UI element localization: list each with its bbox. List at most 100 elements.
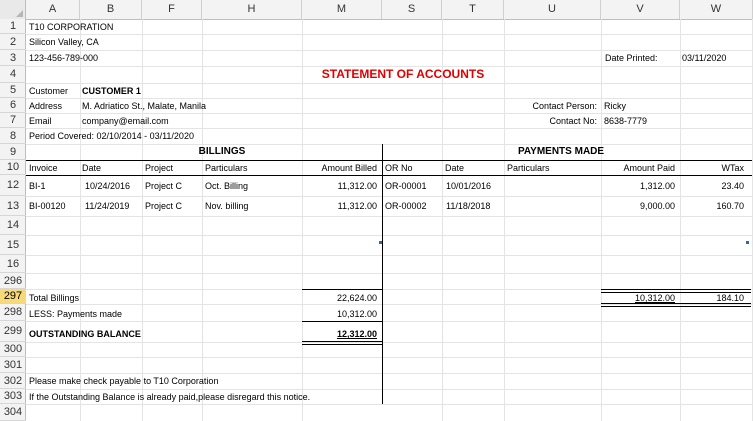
spreadsheet[interactable]: A B F H M S T U V W 1 2 3 4 5 6 7 8 9 10… (0, 0, 753, 421)
entry-invoice[interactable]: BI-1 (29, 180, 46, 192)
row-header[interactable]: 302 (0, 373, 26, 389)
row-header[interactable]: 1 (0, 19, 26, 34)
gridline (80, 19, 81, 421)
less-payments-value[interactable]: 10,312.00 (302, 308, 377, 320)
email-label[interactable]: Email (29, 115, 52, 127)
outstanding-balance-value[interactable]: 12,312.00 (302, 328, 377, 340)
header-particulars[interactable]: Particulars (205, 162, 248, 174)
row-header[interactable]: 15 (0, 235, 26, 255)
row-header[interactable]: 296 (0, 273, 26, 289)
row-header[interactable]: 8 (0, 128, 26, 144)
entry-wtax[interactable]: 160.70 (680, 200, 744, 212)
column-header-f[interactable]: F (142, 0, 202, 19)
total-billings-label[interactable]: Total Billings (29, 292, 79, 304)
statement-title[interactable]: STATEMENT OF ACCOUNTS (302, 67, 504, 81)
billings-header[interactable]: BILLINGS (142, 146, 302, 157)
gridline (26, 404, 753, 405)
company-location[interactable]: Silicon Valley, CA (29, 36, 99, 48)
row-header[interactable]: 301 (0, 357, 26, 373)
row-header[interactable]: 6 (0, 98, 26, 113)
entry-amount-paid[interactable]: 1,312.00 (601, 180, 675, 192)
date-printed-label[interactable]: Date Printed: (605, 52, 658, 64)
row-header[interactable]: 299 (0, 321, 26, 342)
header-or-no[interactable]: OR No (385, 162, 413, 174)
row-header[interactable]: 14 (0, 216, 26, 235)
payment-note[interactable]: Please make check payable to T10 Corpora… (29, 375, 218, 387)
entry-payment-date[interactable]: 11/18/2018 (446, 200, 490, 212)
entry-date[interactable]: 11/24/2019 (85, 200, 129, 212)
comment-marker (379, 241, 382, 244)
row-header-selected[interactable]: 297 (0, 289, 26, 304)
column-header-v[interactable]: V (601, 0, 680, 19)
entry-amount-billed[interactable]: 11,312.00 (302, 180, 377, 192)
row-header[interactable]: 9 (0, 144, 26, 160)
row-header[interactable]: 304 (0, 404, 26, 421)
payments-header[interactable]: PAYMENTS MADE (442, 146, 680, 157)
gridline (26, 342, 753, 343)
header-payment-date[interactable]: Date (445, 162, 464, 174)
header-wtax[interactable]: WTax (680, 162, 745, 174)
column-header-w[interactable]: W (680, 0, 753, 19)
entry-amount-paid[interactable]: 9,000.00 (601, 200, 675, 212)
contact-person-value[interactable]: Ricky (604, 100, 626, 112)
customer-label[interactable]: Customer (29, 85, 68, 97)
entry-wtax[interactable]: 23.40 (680, 180, 744, 192)
header-project[interactable]: Project (145, 162, 173, 174)
outstanding-balance-label[interactable]: OUTSTANDING BALANCE (29, 328, 141, 340)
period-covered[interactable]: Period Covered: 02/10/2014 - 03/11/2020 (29, 130, 194, 142)
entry-particulars[interactable]: Nov. billing (205, 200, 248, 212)
row-header[interactable]: 16 (0, 255, 26, 273)
contact-person-label[interactable]: Contact Person: (504, 100, 597, 112)
entry-project[interactable]: Project C (145, 180, 182, 192)
entry-particulars[interactable]: Oct. Billing (205, 180, 248, 192)
row-header[interactable]: 10 (0, 160, 26, 175)
row-header[interactable]: 5 (0, 83, 26, 98)
column-header-u[interactable]: U (504, 0, 601, 19)
column-header-h[interactable]: H (202, 0, 302, 19)
email-value[interactable]: company@email.com (82, 115, 169, 127)
less-payments-label[interactable]: LESS: Payments made (29, 308, 122, 320)
disregard-note[interactable]: If the Outstanding Balance is already pa… (29, 391, 310, 403)
company-phone[interactable]: 123-456-789-000 (29, 52, 98, 64)
less-border (302, 321, 382, 322)
row-header[interactable]: 12 (0, 175, 26, 196)
address-value[interactable]: M. Adriatico St., Malate, Manila (82, 100, 206, 112)
date-printed-value[interactable]: 03/11/2020 (682, 52, 726, 64)
entry-project[interactable]: Project C (145, 200, 182, 212)
row-header[interactable]: 303 (0, 389, 26, 404)
entry-payment-date[interactable]: 10/01/2016 (446, 180, 491, 192)
column-header-s[interactable]: S (382, 0, 442, 19)
header-payment-particulars[interactable]: Particulars (507, 162, 550, 174)
row-header[interactable]: 2 (0, 34, 26, 50)
header-amount-paid[interactable]: Amount Paid (601, 162, 675, 174)
row-header[interactable]: 300 (0, 342, 26, 357)
contact-no-label[interactable]: Contact No: (504, 115, 597, 127)
row-header[interactable]: 3 (0, 50, 26, 66)
gridline (26, 34, 753, 35)
gridline (26, 98, 753, 99)
header-amount-billed[interactable]: Amount Billed (302, 162, 377, 174)
header-invoice[interactable]: Invoice (29, 162, 58, 174)
gridline (26, 128, 753, 129)
column-header-t[interactable]: T (442, 0, 504, 19)
address-label[interactable]: Address (29, 100, 62, 112)
column-header-a[interactable]: A (26, 0, 80, 19)
row-header[interactable]: 7 (0, 113, 26, 128)
row-header[interactable]: 13 (0, 196, 26, 216)
entry-or-no[interactable]: OR-00001 (385, 180, 427, 192)
entry-date[interactable]: 10/24/2016 (85, 180, 130, 192)
entry-or-no[interactable]: OR-00002 (385, 200, 427, 212)
row-header[interactable]: 298 (0, 304, 26, 321)
header-date[interactable]: Date (82, 162, 101, 174)
column-header-m[interactable]: M (302, 0, 382, 19)
column-header-b[interactable]: B (80, 0, 142, 19)
entry-amount-billed[interactable]: 11,312.00 (302, 200, 377, 212)
contact-no-value[interactable]: 8638-7779 (604, 115, 647, 127)
select-all-corner[interactable] (0, 0, 26, 19)
entry-invoice[interactable]: BI-00120 (29, 200, 66, 212)
gridline (26, 83, 753, 84)
company-name[interactable]: T10 CORPORATION (29, 21, 113, 33)
customer-value[interactable]: CUSTOMER 1 (82, 85, 141, 97)
total-billings-value[interactable]: 22,624.00 (302, 292, 377, 304)
row-header[interactable]: 4 (0, 66, 26, 83)
